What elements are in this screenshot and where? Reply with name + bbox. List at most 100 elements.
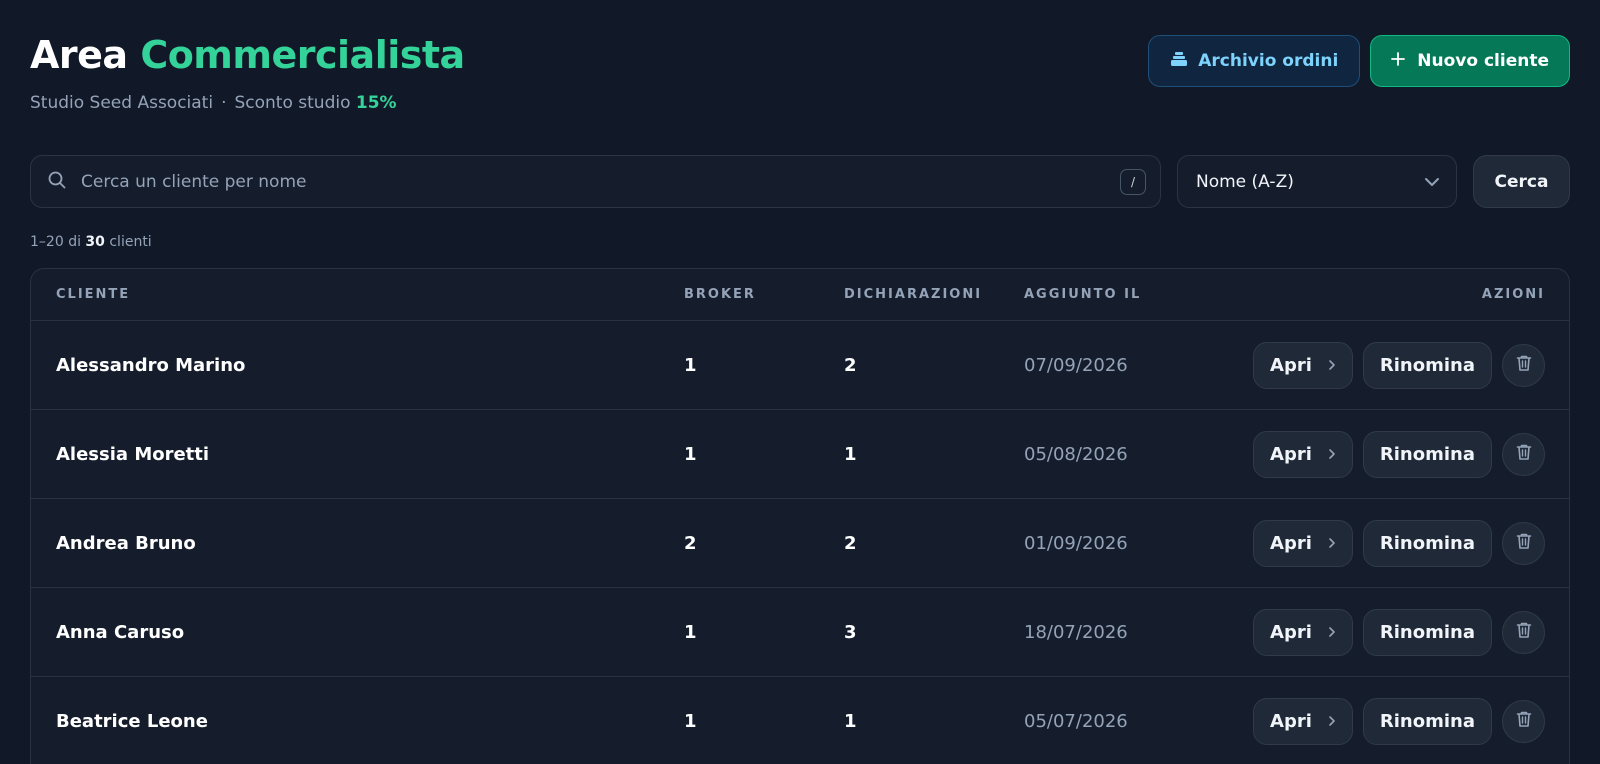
broker-count: 2 [684, 532, 697, 554]
column-header-dichiarazioni[interactable]: DICHIARAZIONI [844, 287, 1024, 302]
new-client-label: Nuovo cliente [1417, 51, 1549, 71]
client-name[interactable]: Alessandro Marino [56, 355, 245, 376]
page-subtitle: Studio Seed Associati · Sconto studio 15% [30, 92, 465, 114]
open-button[interactable]: Apri [1253, 697, 1353, 745]
title-accent: Commercialista [140, 33, 465, 77]
table-row: Alessandro Marino 1 2 07/09/2026 Apri Rinomin… [31, 321, 1569, 410]
rename-label: Rinomina [1379, 354, 1475, 376]
studio-name: Studio Seed Associati [30, 93, 214, 113]
column-header-cliente[interactable]: CLIENTE [31, 287, 684, 302]
added-date: 01/09/2026 [1024, 532, 1128, 554]
open-button[interactable]: Apri [1253, 608, 1353, 656]
delete-button[interactable] [1502, 521, 1545, 565]
chevron-right-icon [1328, 711, 1336, 732]
plus-icon [1391, 51, 1406, 71]
client-name[interactable]: Alessia Moretti [56, 444, 209, 465]
column-header-aggiunto[interactable]: AGGIUNTO IL [1024, 287, 1224, 302]
shortcut-hint: / [1120, 168, 1146, 195]
client-name[interactable]: Beatrice Leone [56, 711, 208, 732]
page-header: Area Commercialista Studio Seed Associat… [30, 30, 465, 114]
open-button[interactable]: Apri [1253, 430, 1353, 478]
clients-table: CLIENTE BROKER DICHIARAZIONI AGGIUNTO IL… [30, 268, 1570, 764]
chevron-down-icon [1424, 172, 1440, 192]
chevron-right-icon [1328, 622, 1336, 643]
open-label: Apri [1270, 443, 1312, 465]
delete-button[interactable] [1502, 343, 1545, 387]
declarations-count: 3 [844, 621, 857, 643]
row-actions: Apri Rinomina [1224, 519, 1569, 567]
table-body: Alessandro Marino 1 2 07/09/2026 Apri Rinomin… [31, 321, 1569, 764]
declarations-count: 1 [844, 710, 857, 732]
row-actions: Apri Rinomina [1224, 341, 1569, 389]
archive-orders-label: Archivio ordini [1198, 51, 1339, 71]
rename-button[interactable]: Rinomina [1362, 430, 1492, 478]
sort-selected-value: Nome (A-Z) [1196, 171, 1294, 192]
rename-label: Rinomina [1379, 621, 1475, 643]
trash-icon [1516, 532, 1532, 554]
rename-button[interactable]: Rinomina [1362, 697, 1492, 745]
client-name[interactable]: Andrea Bruno [56, 533, 196, 554]
rename-label: Rinomina [1379, 443, 1475, 465]
trash-icon [1516, 354, 1532, 376]
delete-button[interactable] [1502, 432, 1545, 476]
chevron-right-icon [1328, 355, 1336, 376]
table-row: Beatrice Leone 1 1 05/07/2026 Apri Rinomina [31, 677, 1569, 764]
column-header-broker[interactable]: BROKER [684, 287, 844, 302]
sort-select[interactable]: Nome (A-Z) [1177, 155, 1457, 208]
added-date: 18/07/2026 [1024, 621, 1128, 643]
page: Area Commercialista Studio Seed Associat… [0, 0, 1600, 764]
table-row: Anna Caruso 1 3 18/07/2026 Apri Rinomina [31, 588, 1569, 677]
search-icon [47, 170, 67, 194]
header-actions: Archivio ordini Nuovo cliente [1148, 35, 1570, 87]
search-placeholder: Cerca un cliente per nome [81, 171, 307, 192]
chevron-right-icon [1328, 444, 1336, 465]
open-label: Apri [1270, 354, 1312, 376]
delete-button[interactable] [1502, 610, 1545, 654]
declarations-count: 1 [844, 443, 857, 465]
broker-count: 1 [684, 621, 697, 643]
trash-icon [1516, 443, 1532, 465]
row-actions: Apri Rinomina [1224, 430, 1569, 478]
open-label: Apri [1270, 532, 1312, 554]
results-of: di [68, 234, 81, 250]
row-actions: Apri Rinomina [1224, 608, 1569, 656]
broker-count: 1 [684, 710, 697, 732]
added-date: 07/09/2026 [1024, 354, 1128, 376]
search-button[interactable]: Cerca [1473, 155, 1570, 208]
table-row: Alessia Moretti 1 1 05/08/2026 Apri Rinomina [31, 410, 1569, 499]
delete-button[interactable] [1502, 699, 1545, 743]
rename-button[interactable]: Rinomina [1362, 608, 1492, 656]
search-input[interactable]: Cerca un cliente per nome / [30, 155, 1161, 208]
broker-count: 1 [684, 443, 697, 465]
new-client-button[interactable]: Nuovo cliente [1370, 35, 1570, 87]
row-actions: Apri Rinomina [1224, 697, 1569, 745]
declarations-count: 2 [844, 532, 857, 554]
open-label: Apri [1270, 710, 1312, 732]
results-total: 30 [85, 234, 105, 250]
added-date: 05/07/2026 [1024, 710, 1128, 732]
discount-value: 15% [355, 93, 397, 113]
search-row: Cerca un cliente per nome / Nome (A-Z) C… [30, 155, 1570, 208]
tray-stack-icon [1170, 51, 1188, 72]
open-button[interactable]: Apri [1253, 519, 1353, 567]
client-name[interactable]: Anna Caruso [56, 622, 184, 643]
trash-icon [1516, 710, 1532, 732]
archive-orders-button[interactable]: Archivio ordini [1148, 35, 1361, 87]
rename-label: Rinomina [1379, 532, 1475, 554]
table-row: Andrea Bruno 2 2 01/09/2026 Apri Rinomina [31, 499, 1569, 588]
page-title: Area Commercialista [30, 30, 465, 80]
chevron-right-icon [1328, 533, 1336, 554]
open-button[interactable]: Apri [1253, 341, 1353, 389]
discount-label: Sconto studio [234, 93, 351, 113]
trash-icon [1516, 621, 1532, 643]
declarations-count: 2 [844, 354, 857, 376]
results-count: 1–20 di 30 clienti [30, 234, 152, 250]
broker-count: 1 [684, 354, 697, 376]
rename-button[interactable]: Rinomina [1362, 341, 1492, 389]
added-date: 05/08/2026 [1024, 443, 1128, 465]
results-range: 1–20 [30, 234, 64, 250]
results-unit: clienti [109, 234, 152, 250]
rename-button[interactable]: Rinomina [1362, 519, 1492, 567]
open-label: Apri [1270, 621, 1312, 643]
rename-label: Rinomina [1379, 710, 1475, 732]
